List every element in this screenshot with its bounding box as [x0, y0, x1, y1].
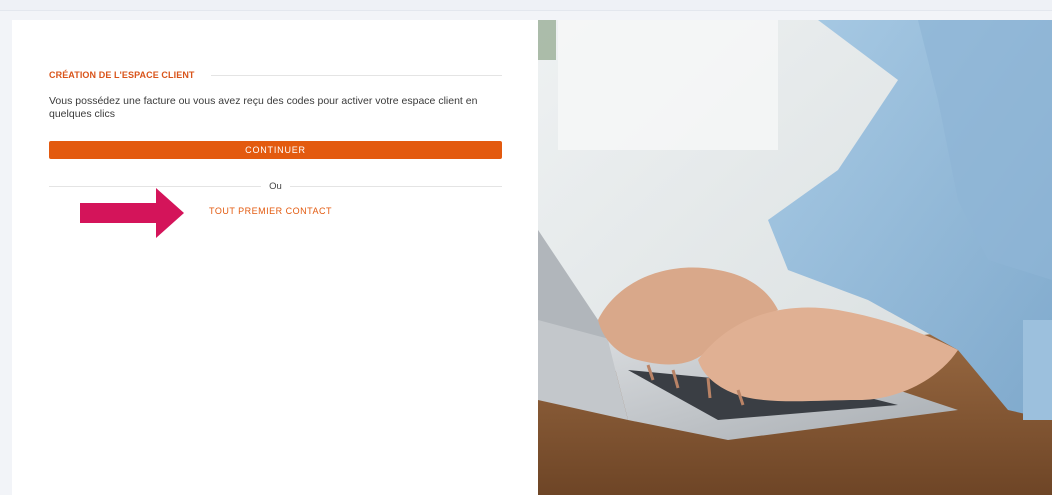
section-title: CRÉATION DE L'ESPACE CLIENT [49, 70, 195, 80]
section-divider [210, 74, 502, 76]
or-divider-left [49, 185, 262, 187]
right-arrow-icon [80, 188, 184, 238]
laptop-typing-photo [538, 20, 1052, 495]
description-text: Vous possédez une facture ou vous avez r… [49, 95, 478, 120]
or-divider-right [289, 185, 502, 187]
continue-button[interactable]: CONTINUER [49, 141, 502, 159]
hero-image [538, 20, 1052, 495]
top-bar [0, 0, 1052, 11]
login-card: CRÉATION DE L'ESPACE CLIENT Vous posséde… [12, 20, 1052, 495]
or-label: Ou [269, 180, 282, 192]
form-panel: CRÉATION DE L'ESPACE CLIENT Vous posséde… [12, 20, 538, 495]
first-contact-link[interactable]: TOUT PREMIER CONTACT [209, 206, 332, 216]
section-header: CRÉATION DE L'ESPACE CLIENT [49, 68, 502, 82]
